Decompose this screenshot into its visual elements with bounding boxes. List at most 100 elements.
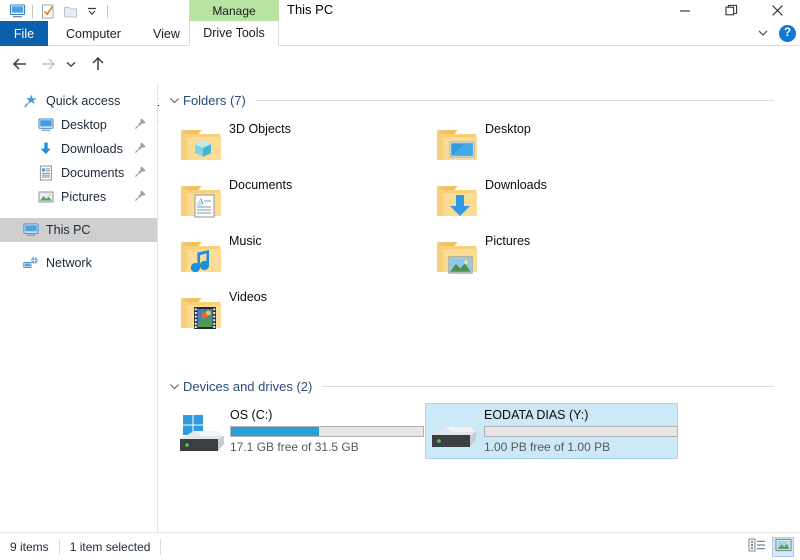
status-selection-count: 1 item selected: [69, 539, 151, 554]
tab-view-label: View: [153, 26, 180, 41]
large-icons-view-icon: [774, 538, 792, 557]
sidebar-gap-1: [0, 209, 157, 218]
list-item[interactable]: 3D Objects: [173, 117, 426, 173]
help-label: ?: [783, 27, 792, 39]
ribbon-collapse-chevron-down-icon[interactable]: [753, 24, 773, 42]
desktop-icon: [37, 116, 55, 134]
sidebar-item-documents[interactable]: Documents: [0, 161, 157, 185]
status-bar: 9 items 1 item selected: [0, 532, 800, 560]
forward-arrow-icon: [36, 53, 60, 75]
sidebar-item-desktop[interactable]: Desktop: [0, 113, 157, 137]
details-view-icon: [748, 538, 766, 557]
new-folder-icon[interactable]: [59, 2, 81, 20]
status-separator-1: [58, 538, 60, 555]
group-rule: [255, 99, 774, 101]
sidebar-item-label: This PC: [46, 223, 91, 237]
chevron-down-icon[interactable]: [166, 92, 182, 108]
list-item-label: Music: [229, 234, 262, 248]
folders-grid: 3D Objects Desktop A Documents Downloads…: [159, 117, 800, 349]
group-label: Devices and drives (2): [183, 378, 313, 394]
windows-drive-icon: [172, 403, 230, 459]
sidebar-item-label: Pictures: [61, 190, 107, 204]
folder-videos-icon: [173, 285, 229, 341]
list-item-label: 3D Objects: [229, 122, 291, 136]
list-item[interactable]: A Documents: [173, 173, 426, 229]
tab-view[interactable]: View: [143, 21, 190, 46]
back-arrow-icon[interactable]: [8, 53, 32, 75]
sidebar-item-quick-access[interactable]: Quick access: [0, 89, 157, 113]
restore-button[interactable]: [708, 0, 754, 21]
tab-drive-tools-label: Drive Tools: [203, 26, 265, 40]
capacity-bar-fill: [231, 427, 320, 436]
list-item[interactable]: Downloads: [429, 173, 682, 229]
tab-computer[interactable]: Computer: [56, 21, 131, 46]
documents-icon: [37, 164, 55, 182]
pictures-icon: [37, 188, 55, 206]
close-button[interactable]: [754, 0, 800, 21]
tab-drive-tools[interactable]: Drive Tools: [189, 21, 279, 46]
sidebar-item-label: Downloads: [61, 142, 123, 156]
status-item-count: 9 items: [10, 539, 49, 554]
sidebar-item-network[interactable]: Network: [0, 251, 157, 275]
folder-desktop-icon: [429, 117, 485, 173]
ribbon-tab-strip: File Computer View Drive Tools ?: [0, 21, 800, 46]
list-item-label: Videos: [229, 290, 267, 304]
address-bar: ❯ This PC ❯: [0, 46, 800, 122]
quick-access-toolbar: [6, 2, 112, 20]
file-list-pane[interactable]: Folders (7) 3D Objects Desktop A Documen…: [159, 83, 800, 532]
list-item-label: Pictures: [485, 234, 531, 248]
view-mode-buttons: [746, 537, 794, 557]
group-header-folders[interactable]: Folders (7): [166, 89, 800, 111]
drive-label: OS (C:): [230, 408, 273, 422]
tab-file[interactable]: File: [0, 21, 48, 46]
properties-icon[interactable]: [37, 2, 59, 20]
list-item-label: Desktop: [485, 122, 531, 136]
list-item[interactable]: Pictures: [429, 229, 682, 285]
this-pc-icon[interactable]: [6, 2, 28, 20]
network-drive-icon: [426, 403, 484, 459]
drive-usage-text: 1.00 PB free of 1.00 PB: [484, 440, 611, 454]
contextual-tab-label: Manage: [212, 3, 256, 18]
sidebar-item-label: Quick access: [46, 94, 121, 108]
details-view-button[interactable]: [746, 537, 768, 557]
help-button[interactable]: ?: [779, 24, 796, 42]
title-bar: Manage This PC: [0, 0, 800, 21]
group-header-devices-and-drives[interactable]: Devices and drives (2): [166, 375, 800, 397]
list-item[interactable]: OS (C:) 17.1 GB free of 31.5 GB: [171, 403, 424, 459]
up-arrow-icon[interactable]: [86, 53, 110, 75]
sidebar-item-this-pc[interactable]: This PC: [0, 218, 157, 242]
minimize-button[interactable]: [662, 0, 708, 21]
list-item[interactable]: Music: [173, 229, 426, 285]
pin-icon[interactable]: [134, 189, 148, 203]
sidebar-item-downloads[interactable]: Downloads: [0, 137, 157, 161]
sidebar-item-pictures[interactable]: Pictures: [0, 185, 157, 209]
recent-locations-chevron-icon[interactable]: [62, 53, 80, 75]
folder-music-icon: [173, 229, 229, 285]
status-separator-2: [160, 538, 162, 555]
large-icons-view-button[interactable]: [772, 537, 794, 557]
network-icon: [22, 254, 40, 272]
tab-file-label: File: [13, 26, 35, 41]
chevron-down-icon[interactable]: [166, 378, 182, 394]
drives-grid: OS (C:) 17.1 GB free of 31.5 GB EODATA D…: [159, 403, 800, 463]
sidebar-item-label: Documents: [61, 166, 125, 180]
contextual-tab-header: Manage: [189, 0, 279, 21]
capacity-bar: [230, 426, 424, 437]
pin-icon[interactable]: [134, 165, 148, 179]
list-item-label: Documents: [229, 178, 293, 192]
this-pc-icon: [22, 221, 40, 239]
window-controls: [662, 0, 800, 21]
folder-3d-objects-icon: [173, 117, 229, 173]
pin-icon[interactable]: [134, 141, 148, 155]
tab-computer-label: Computer: [66, 26, 121, 41]
list-item[interactable]: EODATA DIAS (Y:) 1.00 PB free of 1.00 PB: [425, 403, 678, 459]
window-title: This PC: [287, 2, 334, 17]
drive-info: EODATA DIAS (Y:) 1.00 PB free of 1.00 PB: [484, 408, 686, 454]
group-label: Folders (7): [183, 92, 246, 108]
sidebar-item-label: Desktop: [61, 118, 107, 132]
list-item[interactable]: Videos: [173, 285, 426, 341]
list-item[interactable]: Desktop: [429, 117, 682, 173]
group-rule: [322, 385, 774, 387]
pin-icon[interactable]: [134, 117, 148, 131]
customize-chevron-icon[interactable]: [81, 2, 103, 20]
